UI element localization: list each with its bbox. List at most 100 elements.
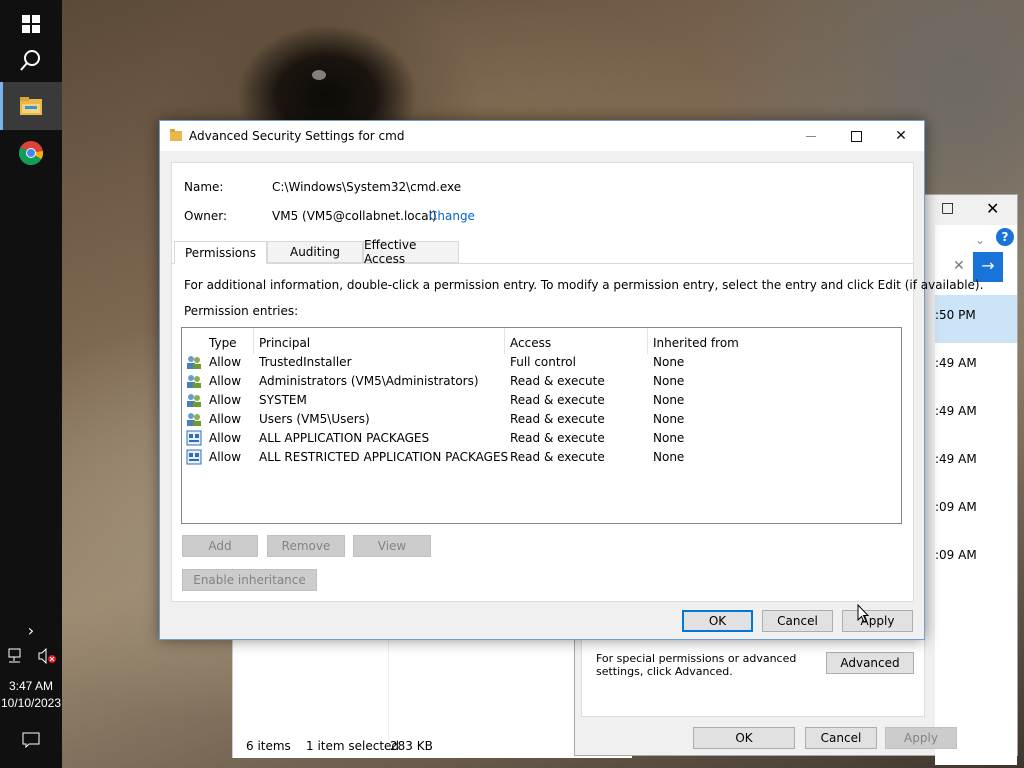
- chrome-icon: [19, 141, 43, 165]
- entry-access: Read & execute: [510, 393, 605, 407]
- owner-label: Owner:: [184, 209, 228, 223]
- column-separator[interactable]: [253, 328, 254, 354]
- row-time: :49 AM: [935, 452, 977, 466]
- clock-date: 10/10/2023: [0, 696, 62, 710]
- taskbar-clock[interactable]: 3:47 AM 10/10/2023: [0, 678, 62, 712]
- help-icon[interactable]: ?: [996, 228, 1014, 246]
- title-bar[interactable]: Advanced Security Settings for cmd ✕: [160, 121, 924, 151]
- entry-type: Allow: [209, 450, 242, 464]
- entry-principal: TrustedInstaller: [259, 355, 352, 369]
- permission-entry-row[interactable]: Allow SYSTEM Read & execute None: [183, 391, 901, 410]
- network-icon: [8, 648, 20, 663]
- entry-type: Allow: [209, 374, 242, 388]
- entry-principal: ALL APPLICATION PACKAGES: [259, 431, 430, 445]
- name-label: Name:: [184, 180, 224, 194]
- column-separator[interactable]: [647, 328, 648, 354]
- permission-entry-row[interactable]: Allow ALL RESTRICTED APPLICATION PACKAGE…: [183, 448, 901, 467]
- folder-icon: [20, 97, 42, 115]
- advanced-hint-text: For special permissions or advanced sett…: [596, 652, 797, 678]
- background-explorer-window: 6 items 1 item selected 283 KB: [232, 640, 632, 758]
- view-button[interactable]: View: [353, 535, 431, 557]
- permission-entry-row[interactable]: Allow ALL APPLICATION PACKAGES Read & ex…: [183, 429, 901, 448]
- properties-content-panel: For special permissions or advanced sett…: [581, 635, 925, 717]
- explorer-row[interactable]: :49 AM: [935, 391, 1017, 439]
- column-header-principal[interactable]: Principal: [259, 336, 310, 350]
- close-icon: ✕: [895, 128, 907, 144]
- tab-auditing[interactable]: Auditing: [267, 241, 363, 263]
- column-header-inherited[interactable]: Inherited from: [653, 336, 739, 350]
- permission-entry-row[interactable]: Allow Users (VM5\Users) Read & execute N…: [183, 410, 901, 429]
- network-button[interactable]: [0, 632, 31, 680]
- explorer-row[interactable]: :49 AM: [935, 439, 1017, 487]
- maximize-icon: [850, 130, 862, 142]
- owner-value: VM5 (VM5@collabnet.local): [272, 209, 437, 223]
- entry-type: Allow: [209, 393, 242, 407]
- permission-entries-label: Permission entries:: [184, 304, 299, 318]
- users-icon: [187, 413, 201, 426]
- entry-principal: SYSTEM: [259, 393, 307, 407]
- bg-apply-button[interactable]: Apply: [885, 727, 957, 749]
- entry-inherited: None: [653, 355, 685, 369]
- folder-icon: [170, 129, 182, 141]
- mouse-cursor-icon: [857, 604, 869, 623]
- dialog-content-panel: Name: C:\Windows\System32\cmd.exe Owner:…: [171, 162, 983, 602]
- entry-type: Allow: [209, 431, 242, 445]
- bg-cancel-button[interactable]: Cancel: [805, 727, 877, 749]
- entry-access: Read & execute: [510, 450, 605, 464]
- enable-inheritance-button[interactable]: Enable inheritance: [182, 569, 317, 591]
- status-size: 283 KB: [390, 739, 433, 753]
- file-explorer-taskbar-button[interactable]: [0, 82, 62, 130]
- entry-access: Read & execute: [510, 431, 605, 445]
- status-selected: 1 item selected: [306, 739, 400, 753]
- remove-button[interactable]: Remove: [267, 535, 345, 557]
- entry-type: Allow: [209, 355, 242, 369]
- bg-ok-button[interactable]: OK: [693, 727, 795, 749]
- advanced-button[interactable]: Advanced: [826, 652, 914, 674]
- change-owner-link[interactable]: Change: [429, 209, 475, 223]
- maximize-icon[interactable]: □: [941, 200, 954, 216]
- permission-entries-list[interactable]: Type Principal Access Inherited from All…: [181, 327, 902, 524]
- cancel-button[interactable]: Cancel: [762, 610, 833, 632]
- users-icon: [187, 375, 201, 388]
- explorer-list-edge: ⌄ ? ✕ → :50 PM :49 AM :49 AM :49 AM :09 …: [935, 225, 1017, 765]
- column-header-type[interactable]: Type: [209, 336, 237, 350]
- row-time: :09 AM: [935, 500, 977, 514]
- explorer-row-selected[interactable]: :50 PM: [935, 295, 1017, 343]
- column-header-access[interactable]: Access: [510, 336, 551, 350]
- users-icon: [187, 394, 201, 407]
- permission-entry-row[interactable]: Allow Administrators (VM5\Administrators…: [183, 372, 901, 391]
- tab-permissions[interactable]: Permissions: [174, 241, 267, 264]
- apply-button[interactable]: Apply: [842, 610, 913, 632]
- entry-principal: Administrators (VM5\Administrators): [259, 374, 479, 388]
- add-button[interactable]: Add: [182, 535, 258, 557]
- clear-search-icon[interactable]: ✕: [953, 258, 965, 274]
- action-center-button[interactable]: [0, 716, 62, 764]
- explorer-row[interactable]: :09 AM: [935, 487, 1017, 535]
- entry-inherited: None: [653, 431, 685, 445]
- maximize-button[interactable]: [833, 121, 879, 151]
- row-time: :50 PM: [935, 308, 976, 322]
- close-icon[interactable]: ✕: [986, 199, 999, 218]
- explorer-row[interactable]: :09 AM: [935, 535, 1017, 583]
- app-packages-icon: [186, 430, 202, 446]
- row-time: :09 AM: [935, 548, 977, 562]
- permission-entry-row[interactable]: Allow TrustedInstaller Full control None: [183, 353, 901, 372]
- column-separator[interactable]: [504, 328, 505, 354]
- tab-effective-access[interactable]: Effective Access: [363, 238, 459, 266]
- taskbar: › 3:47 AM 10/10/2023: [0, 0, 62, 768]
- entry-access: Read & execute: [510, 374, 605, 388]
- search-button[interactable]: [0, 36, 62, 84]
- row-time: :49 AM: [935, 356, 977, 370]
- minimize-button[interactable]: [788, 121, 834, 151]
- volume-button[interactable]: [31, 632, 62, 680]
- entry-inherited: None: [653, 412, 685, 426]
- ok-button[interactable]: OK: [682, 610, 753, 632]
- explorer-row[interactable]: :49 AM: [935, 343, 1017, 391]
- wallpaper-detail: [312, 70, 326, 80]
- chevron-down-icon[interactable]: ⌄: [975, 233, 985, 247]
- column-divider: [388, 640, 389, 740]
- close-button[interactable]: ✕: [878, 121, 924, 151]
- clock-time: 3:47 AM: [8, 679, 54, 693]
- windows-logo-icon: [22, 15, 40, 33]
- chrome-taskbar-button[interactable]: [0, 129, 62, 177]
